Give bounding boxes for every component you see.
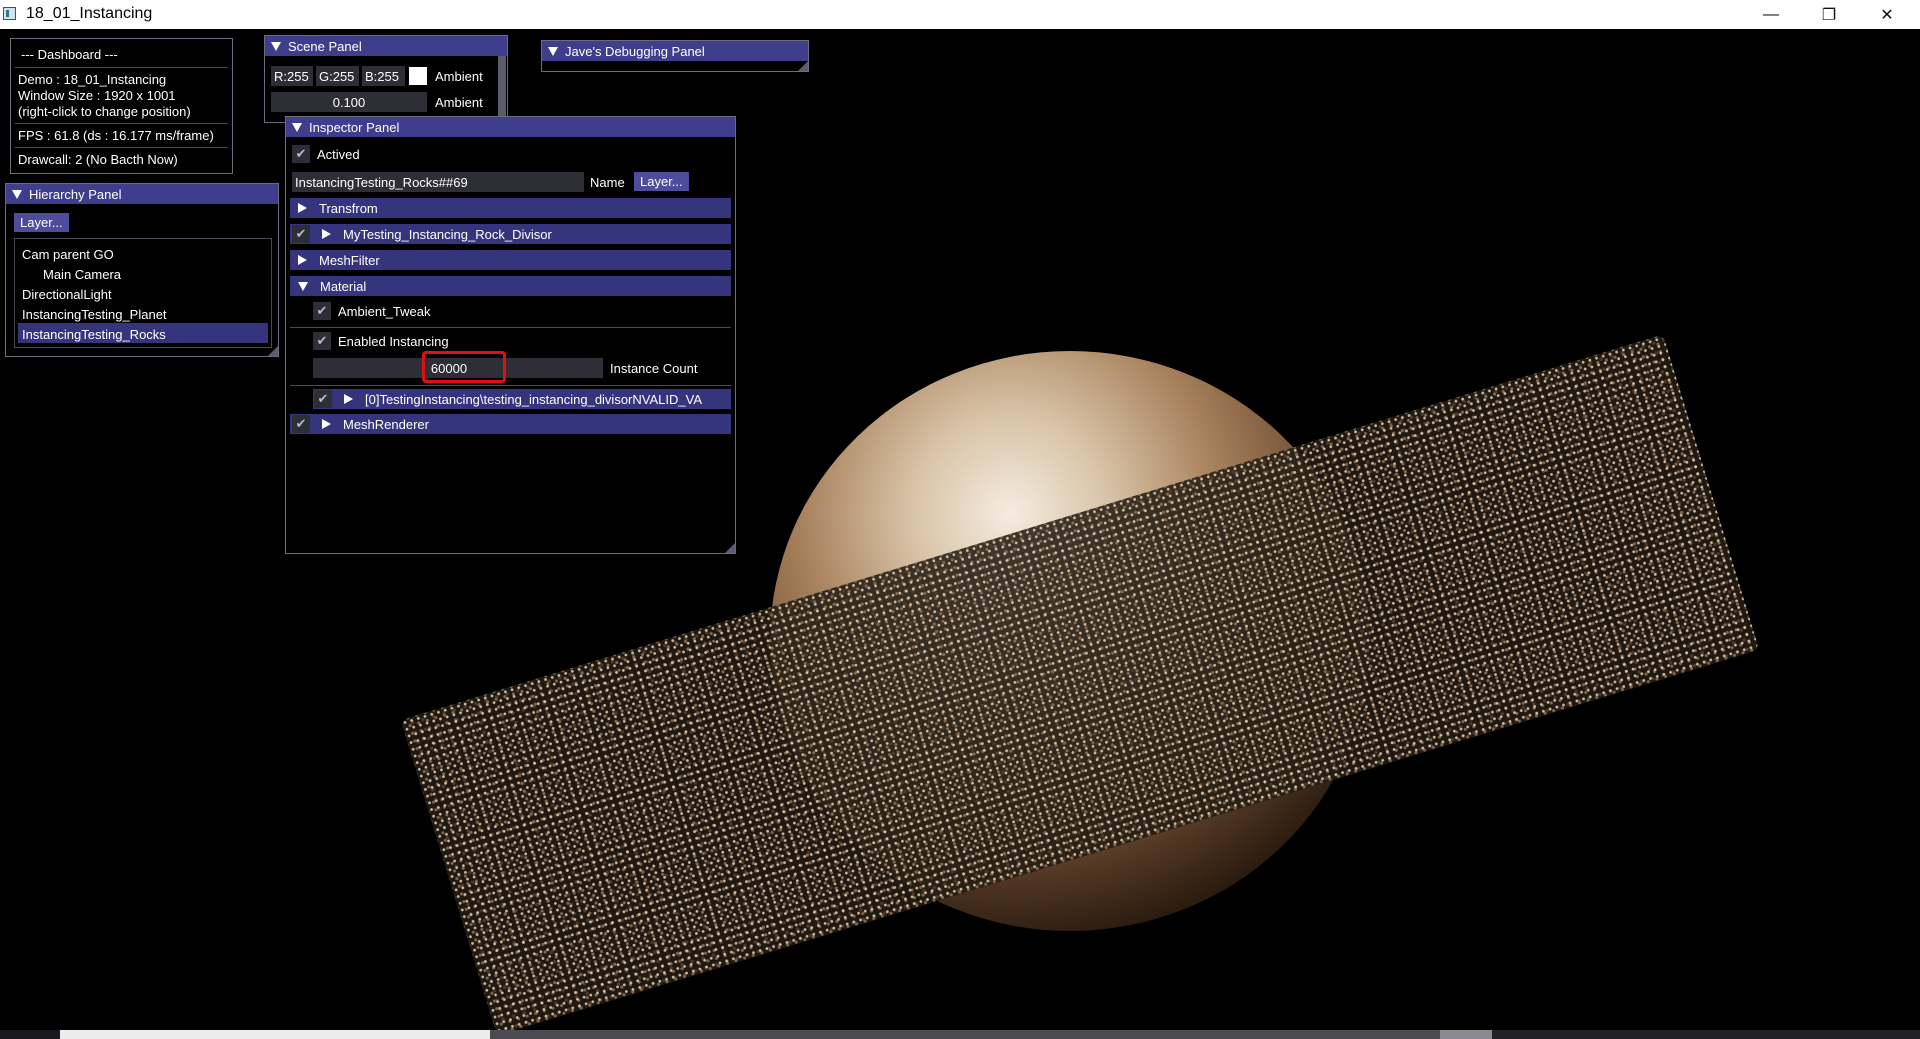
window-titlebar: 18_01_Instancing — ❐ ✕	[0, 0, 1920, 29]
ambient-intensity-label: Ambient	[435, 95, 483, 110]
rock-divisor-header[interactable]: ✔ MyTesting_Instancing_Rock_Divisor	[290, 224, 731, 244]
shader-entry-label: [0]TestingInstancing\testing_instancing_…	[365, 391, 702, 407]
ambient-color-swatch[interactable]	[409, 67, 427, 85]
instance-count-label: Instance Count	[610, 361, 698, 376]
scene-panel-title: Scene Panel	[288, 38, 362, 54]
ambient-b-field[interactable]: B:255	[362, 66, 405, 86]
dashboard-panel[interactable]: --- Dashboard --- Demo : 18_01_Instancin…	[10, 38, 233, 174]
divider	[15, 147, 228, 148]
ambient-tweak-label: Ambient_Tweak	[338, 303, 431, 319]
debugging-panel-header[interactable]: Jave's Debugging Panel	[542, 41, 808, 61]
resize-grip[interactable]	[798, 61, 808, 71]
object-name-input[interactable]: InstancingTesting_Rocks##69	[292, 172, 584, 192]
expand-arrow-icon[interactable]	[344, 394, 353, 404]
ambient-g-field[interactable]: G:255	[316, 66, 359, 86]
inspector-panel[interactable]: Inspector Panel ✔ Actived InstancingTest…	[285, 116, 736, 554]
scene-panel[interactable]: Scene Panel R:255 G:255 B:255 Ambient 0.…	[264, 35, 508, 123]
taskbar	[0, 1030, 1920, 1039]
window-title: 18_01_Instancing	[26, 5, 153, 22]
divider	[290, 327, 731, 328]
hierarchy-list[interactable]: Cam parent GO Main Camera DirectionalLig…	[14, 238, 272, 348]
hierarchy-item[interactable]: Main Camera	[43, 267, 121, 282]
collapse-arrow-icon[interactable]	[292, 122, 302, 132]
dashboard-hint: (right-click to change position)	[18, 104, 191, 119]
shader-entry-header[interactable]: ✔ [0]TestingInstancing\testing_instancin…	[313, 389, 731, 409]
collapse-arrow-icon[interactable]	[271, 41, 281, 51]
hierarchy-panel-header[interactable]: Hierarchy Panel	[6, 184, 278, 204]
rock-divisor-checkbox[interactable]: ✔	[292, 225, 310, 243]
maximize-button[interactable]: ❐	[1800, 0, 1858, 29]
actived-checkbox[interactable]: ✔	[292, 145, 310, 163]
hierarchy-item[interactable]: Cam parent GO	[22, 247, 114, 262]
inspector-panel-header[interactable]: Inspector Panel	[286, 117, 735, 137]
dashboard-demo: Demo : 18_01_Instancing	[18, 72, 167, 87]
expand-arrow-icon[interactable]	[322, 229, 331, 239]
hierarchy-panel-title: Hierarchy Panel	[29, 186, 122, 202]
hierarchy-panel[interactable]: Hierarchy Panel Layer... Cam parent GO M…	[5, 183, 279, 357]
inspector-panel-title: Inspector Panel	[309, 119, 400, 135]
hierarchy-item[interactable]: InstancingTesting_Planet	[22, 307, 167, 322]
ambient-intensity-field[interactable]: 0.100	[271, 92, 427, 112]
hierarchy-item[interactable]: InstancingTesting_Rocks	[22, 327, 166, 342]
scene-panel-scrollbar[interactable]	[498, 56, 506, 122]
ambient-tweak-checkbox[interactable]: ✔	[313, 302, 331, 320]
hierarchy-item[interactable]: DirectionalLight	[22, 287, 112, 302]
meshrenderer-checkbox[interactable]: ✔	[292, 415, 310, 433]
material-header[interactable]: Material	[290, 276, 731, 296]
meshrenderer-label: MeshRenderer	[343, 416, 429, 432]
dashboard-window-size: Window Size : 1920 x 1001	[18, 88, 176, 103]
hierarchy-layer-button[interactable]: Layer...	[14, 213, 69, 232]
expand-arrow-icon[interactable]	[298, 255, 307, 265]
taskbar-segment	[1440, 1030, 1492, 1039]
expand-arrow-icon[interactable]	[322, 419, 331, 429]
shader-entry-checkbox[interactable]: ✔	[314, 390, 332, 408]
rock-divisor-label: MyTesting_Instancing_Rock_Divisor	[343, 226, 552, 242]
taskbar-segment	[490, 1030, 1440, 1039]
collapse-arrow-icon[interactable]	[298, 281, 308, 291]
close-button[interactable]: ✕	[1858, 0, 1916, 29]
minimize-button[interactable]: —	[1742, 0, 1800, 29]
scene-panel-header[interactable]: Scene Panel	[265, 36, 507, 56]
enabled-instancing-checkbox[interactable]: ✔	[313, 332, 331, 350]
debugging-panel[interactable]: Jave's Debugging Panel	[541, 40, 809, 72]
ambient-r-field[interactable]: R:255	[271, 66, 313, 86]
transform-label: Transfrom	[319, 200, 378, 216]
divider	[15, 67, 228, 68]
transform-header[interactable]: Transfrom	[290, 198, 731, 218]
object-name-label: Name	[590, 175, 625, 190]
enabled-instancing-row[interactable]: ✔ Enabled Instancing	[313, 332, 449, 350]
divider	[15, 123, 228, 124]
meshfilter-label: MeshFilter	[319, 252, 380, 268]
debugging-panel-title: Jave's Debugging Panel	[565, 43, 705, 59]
resize-grip[interactable]	[725, 543, 735, 553]
actived-label: Actived	[317, 146, 360, 162]
collapse-arrow-icon[interactable]	[548, 46, 558, 56]
collapse-arrow-icon[interactable]	[12, 189, 22, 199]
dashboard-drawcall: Drawcall: 2 (No Bacth Now)	[18, 152, 178, 167]
enabled-instancing-label: Enabled Instancing	[338, 333, 449, 349]
app-icon	[3, 7, 16, 20]
taskbar-segment	[0, 1030, 60, 1039]
ambient-color-label: Ambient	[435, 69, 483, 84]
material-label: Material	[320, 278, 367, 294]
inspector-layer-button[interactable]: Layer...	[634, 172, 689, 191]
expand-arrow-icon[interactable]	[298, 203, 307, 213]
taskbar-segment	[60, 1030, 490, 1039]
dashboard-fps: FPS : 61.8 (ds : 16.177 ms/frame)	[18, 128, 214, 143]
dashboard-title: --- Dashboard ---	[21, 47, 118, 62]
ambient-tweak-row[interactable]: ✔ Ambient_Tweak	[313, 302, 431, 320]
meshrenderer-header[interactable]: ✔ MeshRenderer	[290, 414, 731, 434]
meshfilter-header[interactable]: MeshFilter	[290, 250, 731, 270]
actived-row[interactable]: ✔ Actived	[292, 145, 360, 163]
resize-grip[interactable]	[268, 346, 278, 356]
instance-count-highlight	[422, 351, 506, 383]
divider	[290, 385, 731, 386]
